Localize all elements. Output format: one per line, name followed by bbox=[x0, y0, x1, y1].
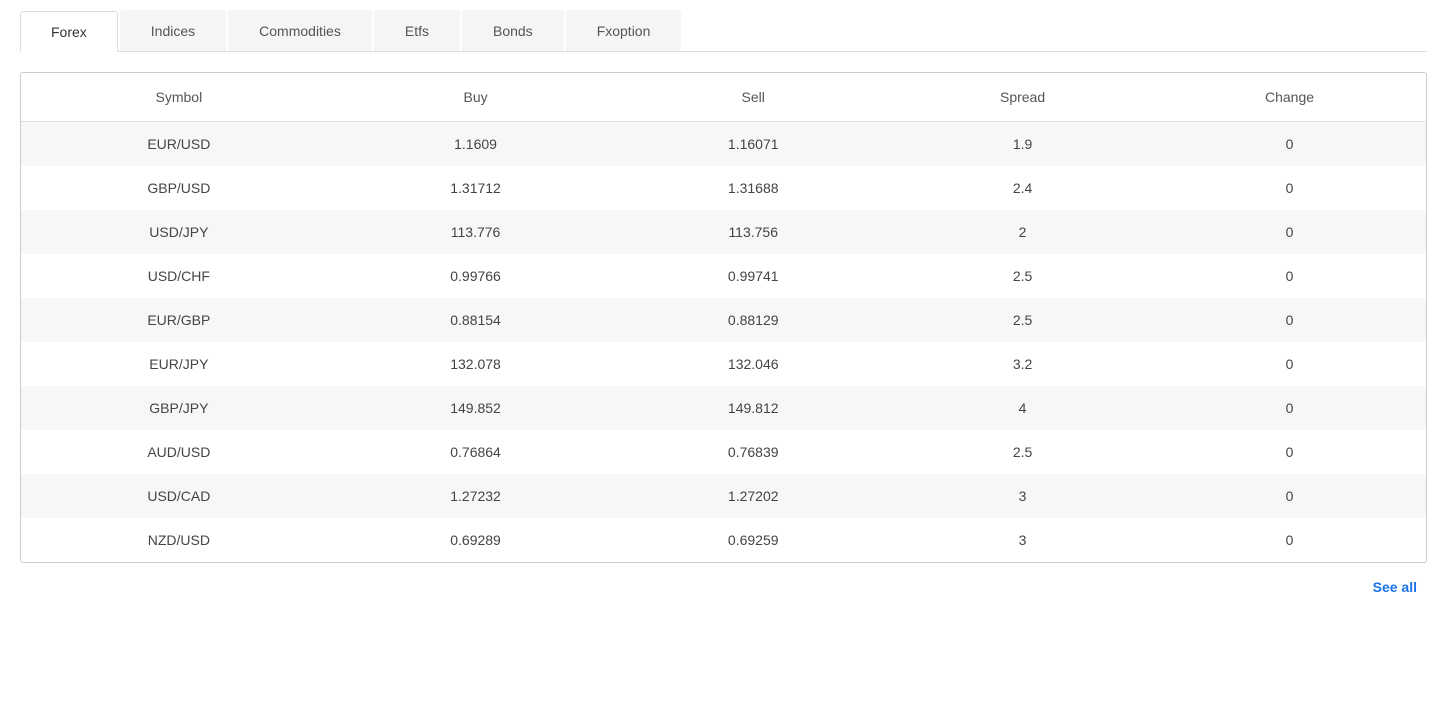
page-wrapper: Forex Indices Commodities Etfs Bonds Fxo… bbox=[0, 0, 1447, 627]
table-row: EUR/USD1.16091.160711.90 bbox=[21, 122, 1426, 167]
table-row: USD/CHF0.997660.997412.50 bbox=[21, 254, 1426, 298]
table-row: EUR/JPY132.078132.0463.20 bbox=[21, 342, 1426, 386]
cell-sell: 1.16071 bbox=[614, 122, 892, 167]
cell-buy: 0.99766 bbox=[337, 254, 615, 298]
col-symbol: Symbol bbox=[21, 73, 337, 122]
cell-sell: 132.046 bbox=[614, 342, 892, 386]
tab-commodities[interactable]: Commodities bbox=[228, 10, 372, 51]
cell-spread: 1.9 bbox=[892, 122, 1153, 167]
cell-buy: 1.31712 bbox=[337, 166, 615, 210]
cell-symbol: GBP/JPY bbox=[21, 386, 337, 430]
cell-change: 0 bbox=[1153, 298, 1426, 342]
cell-sell: 0.69259 bbox=[614, 518, 892, 562]
cell-spread: 4 bbox=[892, 386, 1153, 430]
table-row: AUD/USD0.768640.768392.50 bbox=[21, 430, 1426, 474]
col-sell: Sell bbox=[614, 73, 892, 122]
cell-buy: 113.776 bbox=[337, 210, 615, 254]
cell-symbol: GBP/USD bbox=[21, 166, 337, 210]
cell-buy: 0.69289 bbox=[337, 518, 615, 562]
col-change: Change bbox=[1153, 73, 1426, 122]
cell-buy: 0.88154 bbox=[337, 298, 615, 342]
cell-spread: 2.5 bbox=[892, 430, 1153, 474]
cell-spread: 2.5 bbox=[892, 254, 1153, 298]
table-row: USD/JPY113.776113.75620 bbox=[21, 210, 1426, 254]
cell-symbol: EUR/GBP bbox=[21, 298, 337, 342]
cell-change: 0 bbox=[1153, 518, 1426, 562]
cell-buy: 132.078 bbox=[337, 342, 615, 386]
tabs-container: Forex Indices Commodities Etfs Bonds Fxo… bbox=[20, 10, 1427, 52]
cell-change: 0 bbox=[1153, 166, 1426, 210]
table-body: EUR/USD1.16091.160711.90GBP/USD1.317121.… bbox=[21, 122, 1426, 563]
cell-spread: 3 bbox=[892, 518, 1153, 562]
cell-symbol: EUR/USD bbox=[21, 122, 337, 167]
tab-indices[interactable]: Indices bbox=[120, 10, 226, 51]
table-row: USD/CAD1.272321.2720230 bbox=[21, 474, 1426, 518]
cell-sell: 0.76839 bbox=[614, 430, 892, 474]
forex-table: Symbol Buy Sell Spread Change EUR/USD1.1… bbox=[21, 73, 1426, 562]
cell-spread: 2 bbox=[892, 210, 1153, 254]
see-all-link[interactable]: See all bbox=[1373, 579, 1417, 595]
tab-etfs[interactable]: Etfs bbox=[374, 10, 460, 51]
col-buy: Buy bbox=[337, 73, 615, 122]
cell-symbol: AUD/USD bbox=[21, 430, 337, 474]
cell-spread: 2.4 bbox=[892, 166, 1153, 210]
table-row: GBP/USD1.317121.316882.40 bbox=[21, 166, 1426, 210]
cell-change: 0 bbox=[1153, 122, 1426, 167]
see-all-wrapper: See all bbox=[20, 563, 1427, 607]
cell-symbol: USD/CAD bbox=[21, 474, 337, 518]
cell-change: 0 bbox=[1153, 254, 1426, 298]
cell-change: 0 bbox=[1153, 474, 1426, 518]
cell-change: 0 bbox=[1153, 210, 1426, 254]
tab-fxoption[interactable]: Fxoption bbox=[566, 10, 682, 51]
cell-sell: 149.812 bbox=[614, 386, 892, 430]
tab-bonds[interactable]: Bonds bbox=[462, 10, 564, 51]
cell-buy: 0.76864 bbox=[337, 430, 615, 474]
cell-buy: 1.1609 bbox=[337, 122, 615, 167]
table-row: EUR/GBP0.881540.881292.50 bbox=[21, 298, 1426, 342]
cell-sell: 1.31688 bbox=[614, 166, 892, 210]
data-table-container: Symbol Buy Sell Spread Change EUR/USD1.1… bbox=[20, 72, 1427, 563]
cell-change: 0 bbox=[1153, 430, 1426, 474]
table-header-row: Symbol Buy Sell Spread Change bbox=[21, 73, 1426, 122]
table-row: NZD/USD0.692890.6925930 bbox=[21, 518, 1426, 562]
cell-symbol: USD/CHF bbox=[21, 254, 337, 298]
cell-symbol: NZD/USD bbox=[21, 518, 337, 562]
cell-sell: 0.99741 bbox=[614, 254, 892, 298]
cell-spread: 2.5 bbox=[892, 298, 1153, 342]
table-row: GBP/JPY149.852149.81240 bbox=[21, 386, 1426, 430]
cell-buy: 1.27232 bbox=[337, 474, 615, 518]
cell-change: 0 bbox=[1153, 342, 1426, 386]
tab-forex[interactable]: Forex bbox=[20, 11, 118, 52]
cell-sell: 113.756 bbox=[614, 210, 892, 254]
cell-symbol: EUR/JPY bbox=[21, 342, 337, 386]
cell-symbol: USD/JPY bbox=[21, 210, 337, 254]
cell-sell: 0.88129 bbox=[614, 298, 892, 342]
cell-spread: 3.2 bbox=[892, 342, 1153, 386]
col-spread: Spread bbox=[892, 73, 1153, 122]
cell-buy: 149.852 bbox=[337, 386, 615, 430]
cell-spread: 3 bbox=[892, 474, 1153, 518]
cell-change: 0 bbox=[1153, 386, 1426, 430]
cell-sell: 1.27202 bbox=[614, 474, 892, 518]
